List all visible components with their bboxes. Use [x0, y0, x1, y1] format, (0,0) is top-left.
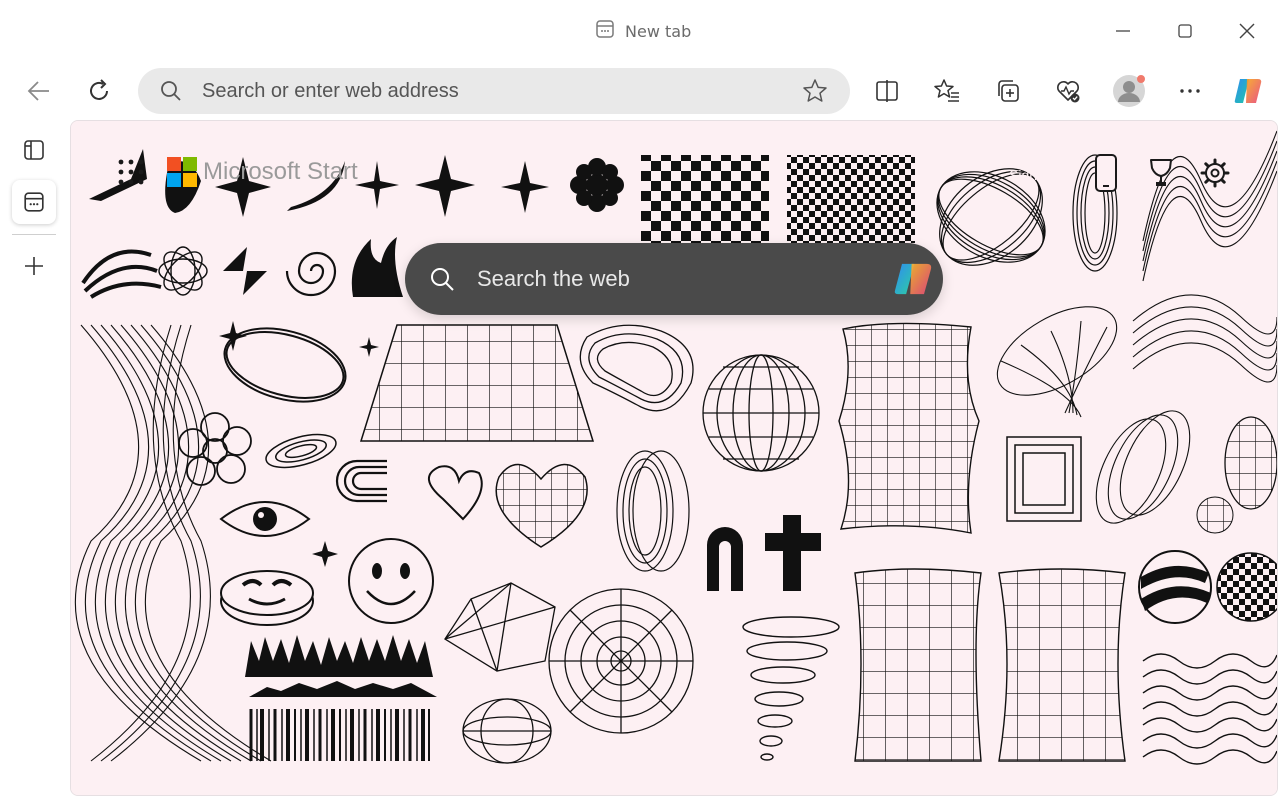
new-tab-icon — [595, 19, 615, 43]
split-screen-button[interactable] — [869, 73, 905, 109]
address-input[interactable] — [202, 68, 792, 114]
favorite-button[interactable] — [802, 78, 830, 106]
favorites-button[interactable] — [929, 73, 965, 109]
wallpaper-background — [71, 121, 1277, 795]
copilot-search-button[interactable] — [891, 257, 935, 301]
more-button[interactable] — [1172, 73, 1208, 109]
active-tab[interactable]: New tab — [595, 20, 691, 42]
vertical-tabs-icon — [24, 140, 44, 160]
minimize-icon — [1116, 30, 1130, 32]
profile-avatar-icon — [1113, 75, 1145, 107]
add-tab-button[interactable] — [12, 244, 56, 288]
web-search-box[interactable] — [405, 243, 943, 315]
collections-icon — [998, 80, 1019, 102]
sidebar-divider — [12, 234, 56, 235]
app-launcher-button[interactable] — [117, 158, 145, 186]
close-icon — [1239, 23, 1255, 39]
brand-name: Microsoft Start — [203, 158, 358, 185]
favorites-icon — [934, 79, 959, 102]
sidebar-tab-new-tab[interactable] — [12, 180, 56, 224]
sign-in-link[interactable]: Sign in — [1009, 167, 1052, 183]
tab-title: New tab — [625, 21, 692, 41]
search-icon — [431, 268, 454, 291]
browser-essentials-button[interactable] — [1050, 73, 1086, 109]
refresh-button[interactable] — [81, 73, 117, 109]
back-icon — [27, 81, 49, 101]
tab-page-icon — [24, 192, 44, 212]
app-launcher-icon — [118, 159, 144, 185]
browser-toolbar — [0, 62, 1280, 120]
refresh-icon — [90, 79, 108, 100]
back-button[interactable] — [21, 73, 57, 109]
vertical-tab-strip — [0, 120, 68, 800]
search-icon — [161, 81, 181, 101]
minimize-button[interactable] — [1108, 16, 1138, 46]
copilot-icon — [894, 263, 932, 295]
copilot-icon — [1234, 79, 1262, 103]
split-screen-icon — [876, 80, 898, 102]
collections-button[interactable] — [990, 73, 1026, 109]
microsoft-logo-icon — [167, 157, 197, 187]
microsoft-start-brand[interactable]: Microsoft Start — [167, 157, 358, 187]
profile-button[interactable] — [1111, 73, 1147, 109]
browser-essentials-icon — [1057, 81, 1080, 103]
new-tab-page: Microsoft Start Sign in — [70, 120, 1278, 796]
settings-icon — [1200, 158, 1230, 188]
trophy-icon — [1150, 159, 1172, 186]
rewards-button[interactable] — [1145, 157, 1177, 189]
page-settings-button[interactable] — [1199, 157, 1231, 189]
phone-button[interactable] — [1093, 153, 1119, 193]
add-tab-icon — [25, 257, 43, 275]
title-bar: New tab — [0, 0, 1280, 62]
maximize-icon — [1178, 24, 1192, 38]
vertical-tabs-button[interactable] — [12, 128, 56, 172]
favorite-star-icon — [803, 79, 827, 102]
more-icon — [1180, 89, 1200, 93]
address-bar[interactable] — [138, 68, 850, 114]
web-search-input[interactable] — [477, 243, 877, 315]
phone-icon — [1095, 154, 1117, 192]
close-button[interactable] — [1232, 16, 1262, 46]
maximize-button[interactable] — [1170, 16, 1200, 46]
copilot-button[interactable] — [1230, 73, 1266, 109]
